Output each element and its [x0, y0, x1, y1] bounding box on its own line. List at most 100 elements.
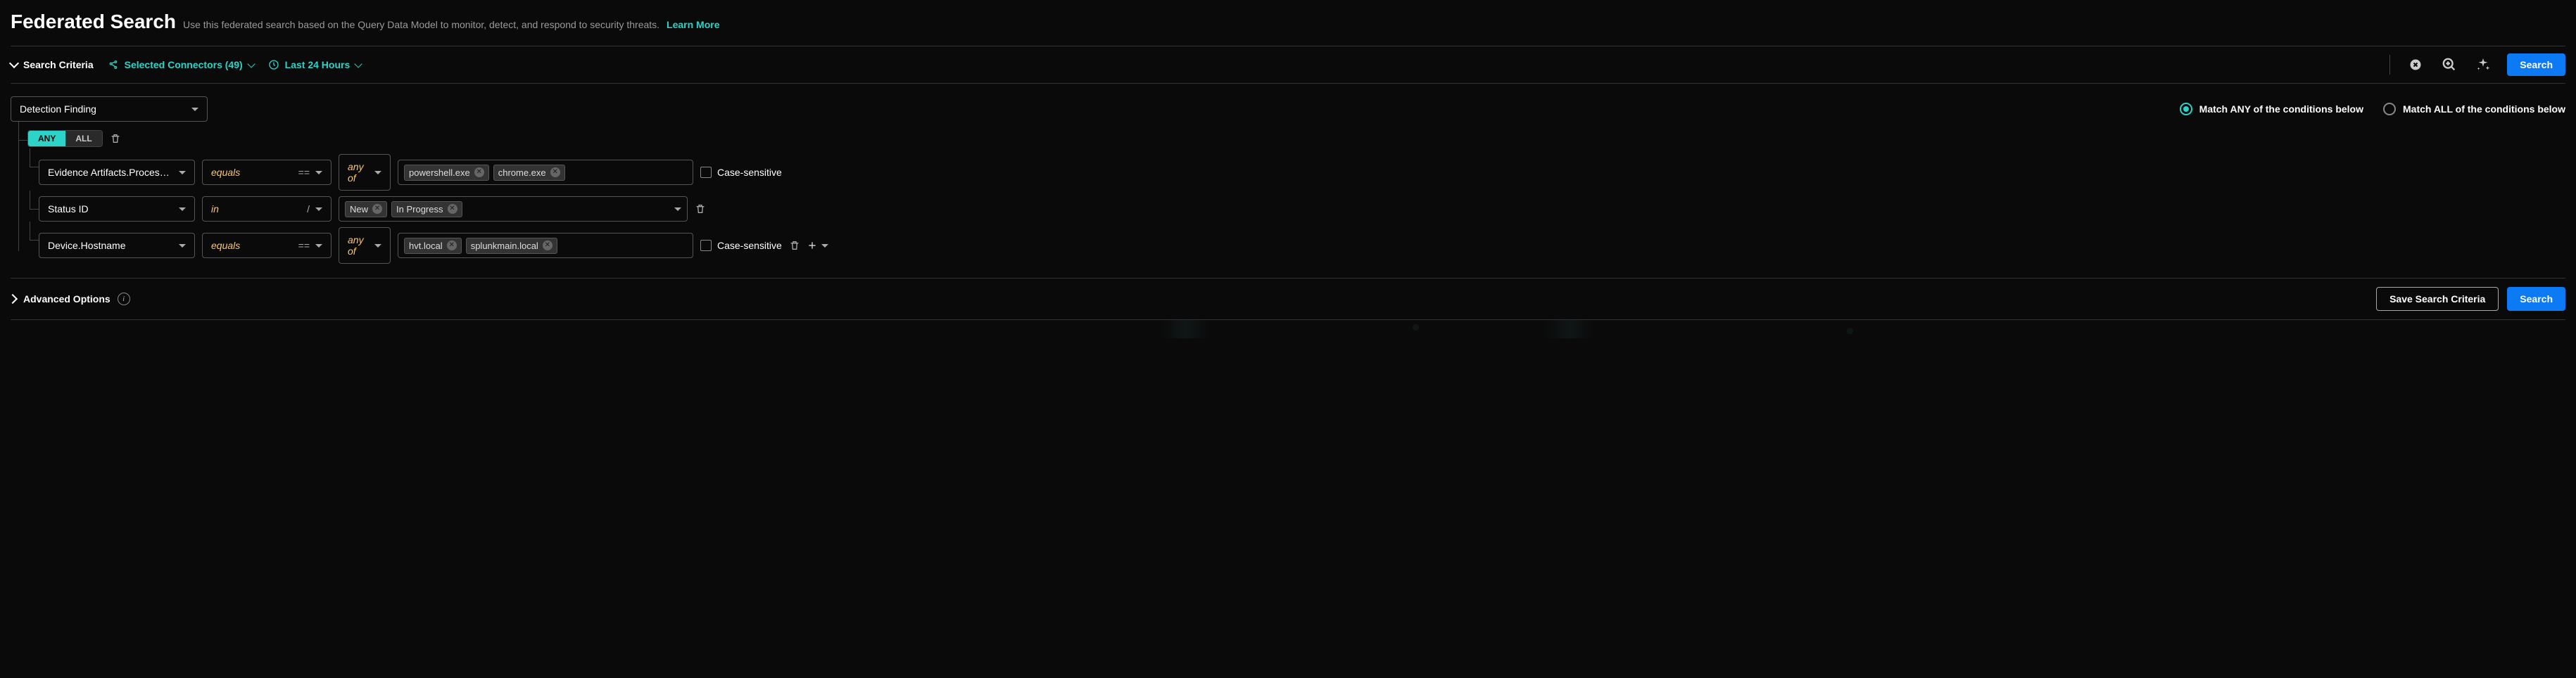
chip-text: hvt.local — [409, 241, 443, 251]
operator-select[interactable]: in / — [202, 196, 332, 222]
chip-text: New — [350, 204, 368, 215]
field-value: Device.Hostname — [48, 240, 126, 251]
chevron-down-icon — [247, 60, 255, 68]
match-any-radio[interactable]: Match ANY of the conditions below — [2180, 103, 2363, 115]
radio-icon — [2180, 103, 2192, 115]
page-title: Federated Search — [11, 11, 176, 33]
search-plus-icon — [2442, 57, 2457, 72]
value-input[interactable]: New ✕ In Progress ✕ — [339, 196, 688, 222]
radio-icon — [2383, 103, 2396, 115]
page-subtitle: Use this federated search based on the Q… — [183, 19, 659, 30]
trash-icon — [110, 133, 121, 144]
timerange-dropdown[interactable]: Last 24 Hours — [268, 59, 362, 70]
case-sensitive-checkbox[interactable]: Case-sensitive — [700, 240, 782, 251]
caret-down-icon — [315, 171, 322, 174]
search-criteria-toggle[interactable]: Search Criteria — [11, 59, 94, 70]
caret-down-icon — [179, 244, 186, 248]
value-input[interactable]: powershell.exe ✕ chrome.exe ✕ — [398, 160, 693, 185]
divider — [2389, 55, 2390, 75]
selected-connectors-dropdown[interactable]: Selected Connectors (49) — [108, 59, 254, 70]
caret-down-icon — [374, 244, 381, 248]
match-all-label: Match ALL of the conditions below — [2403, 103, 2565, 115]
operator-value: in — [211, 203, 219, 215]
event-type-value: Detection Finding — [20, 103, 96, 115]
value-chip: powershell.exe ✕ — [404, 165, 489, 181]
chip-remove-icon[interactable]: ✕ — [550, 167, 560, 177]
operator-value: equals — [211, 240, 240, 251]
delete-group-button[interactable] — [110, 133, 121, 144]
value-input[interactable]: hvt.local ✕ splunkmain.local ✕ — [398, 233, 693, 258]
value-mode-select[interactable]: any of — [339, 154, 391, 191]
checkbox-icon — [700, 167, 712, 178]
operator-select[interactable]: equals == — [202, 233, 332, 258]
save-criteria-button[interactable]: Save Search Criteria — [2376, 287, 2499, 311]
share-icon — [108, 59, 119, 70]
search-button[interactable]: Search — [2507, 53, 2565, 76]
chip-remove-icon[interactable]: ✕ — [372, 204, 382, 214]
chevron-right-icon[interactable] — [8, 294, 18, 304]
checkbox-icon — [700, 240, 712, 251]
caret-down-icon — [191, 108, 198, 111]
rule-row: Status ID in / New ✕ In Progress ✕ — [39, 196, 2565, 222]
case-sensitive-label: Case-sensitive — [717, 240, 782, 251]
search-criteria-label: Search Criteria — [23, 59, 94, 70]
field-value: Status ID — [48, 203, 89, 215]
chip-remove-icon[interactable]: ✕ — [474, 167, 484, 177]
trash-icon — [789, 240, 800, 251]
caret-down-icon — [821, 244, 828, 248]
field-value: Evidence Artifacts.Proces… — [48, 167, 170, 178]
value-mode-label: any of — [348, 161, 374, 184]
match-mode-radio-group: Match ANY of the conditions below Match … — [2180, 103, 2565, 115]
advanced-row: Advanced Options i Save Search Criteria … — [11, 278, 2565, 320]
group-any-all-toggle[interactable]: ANY ALL — [27, 130, 103, 147]
operator-symbol: == — [298, 240, 310, 251]
value-mode-select[interactable]: any of — [339, 227, 391, 264]
ai-button[interactable] — [2473, 55, 2493, 75]
field-select[interactable]: Evidence Artifacts.Proces… — [39, 160, 195, 185]
page-header: Federated Search Use this federated sear… — [11, 11, 2565, 46]
field-select[interactable]: Status ID — [39, 196, 195, 222]
search-toolbar: Search Criteria Selected Connectors (49)… — [11, 46, 2565, 84]
clear-button[interactable] — [2406, 55, 2425, 75]
rule-row: Evidence Artifacts.Proces… equals== any of… — [39, 154, 2565, 191]
operator-value: equals — [211, 167, 240, 178]
add-rule-button[interactable] — [807, 241, 828, 250]
value-chip: chrome.exe ✕ — [493, 165, 565, 181]
close-circle-icon — [2408, 58, 2423, 72]
clock-icon — [268, 59, 279, 70]
toggle-all[interactable]: ALL — [65, 131, 101, 146]
delete-rule-button[interactable] — [695, 203, 706, 215]
chip-text: splunkmain.local — [471, 241, 538, 251]
zoom-button[interactable] — [2439, 55, 2459, 75]
operator-symbol: / — [307, 203, 310, 215]
event-type-select[interactable]: Detection Finding — [11, 96, 208, 122]
value-mode-label: any of — [348, 234, 374, 257]
search-button-bottom[interactable]: Search — [2507, 287, 2565, 311]
advanced-options-toggle[interactable]: Advanced Options — [23, 293, 111, 305]
connectors-label: Selected Connectors (49) — [125, 59, 243, 70]
chip-text: chrome.exe — [498, 167, 546, 178]
learn-more-link[interactable]: Learn More — [667, 19, 719, 30]
field-select[interactable]: Device.Hostname — [39, 233, 195, 258]
caret-down-icon — [315, 207, 322, 211]
chip-text: powershell.exe — [409, 167, 470, 178]
value-chip: splunkmain.local ✕ — [466, 238, 557, 254]
criteria-builder: Detection Finding Match ANY of the condi… — [11, 84, 2565, 278]
chip-remove-icon[interactable]: ✕ — [447, 241, 457, 250]
case-sensitive-label: Case-sensitive — [717, 167, 782, 178]
chip-text: In Progress — [396, 204, 443, 215]
caret-down-icon — [179, 171, 186, 174]
trash-icon — [695, 203, 706, 215]
case-sensitive-checkbox[interactable]: Case-sensitive — [700, 167, 782, 178]
caret-down-icon — [315, 244, 322, 248]
value-chip: In Progress ✕ — [391, 201, 462, 217]
toggle-any[interactable]: ANY — [28, 131, 65, 146]
delete-rule-button[interactable] — [789, 240, 800, 251]
caret-down-icon — [674, 207, 681, 211]
sparkle-icon — [2475, 57, 2491, 72]
info-icon[interactable]: i — [118, 293, 130, 305]
operator-select[interactable]: equals== — [202, 160, 332, 185]
chip-remove-icon[interactable]: ✕ — [448, 204, 457, 214]
chip-remove-icon[interactable]: ✕ — [543, 241, 553, 250]
match-all-radio[interactable]: Match ALL of the conditions below — [2383, 103, 2565, 115]
